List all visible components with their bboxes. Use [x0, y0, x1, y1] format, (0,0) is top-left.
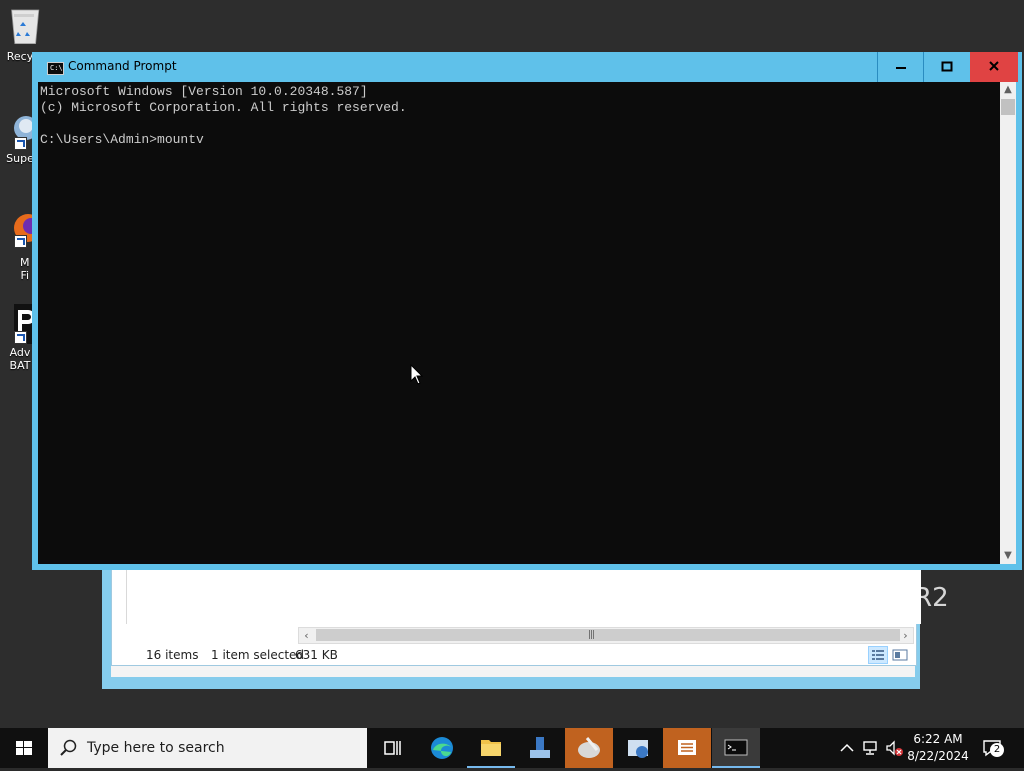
- clock[interactable]: 6:22 AM 8/22/2024: [906, 731, 970, 765]
- maximize-button[interactable]: [924, 52, 970, 82]
- scroll-left-icon[interactable]: ‹: [299, 628, 314, 643]
- clock-time: 6:22 AM: [913, 732, 963, 746]
- close-icon: [989, 61, 999, 71]
- chevron-up-icon[interactable]: [837, 738, 857, 758]
- edge-icon: [431, 737, 453, 759]
- file-explorer-window[interactable]: ‹ ||| › 16 items 1 item selected 631 KB: [102, 566, 921, 689]
- shortcut-arrow-icon: [14, 331, 27, 344]
- notepad-icon: [678, 740, 696, 755]
- minimize-button[interactable]: [878, 52, 924, 82]
- scrollbar-thumb[interactable]: [316, 629, 900, 641]
- close-button[interactable]: [970, 52, 1018, 82]
- details-view-icon: [872, 650, 884, 660]
- clock-date: 8/22/2024: [907, 749, 969, 763]
- windows-logo-icon: [16, 741, 32, 755]
- minimize-icon: [896, 67, 906, 69]
- taskbar-network-app[interactable]: [614, 728, 662, 768]
- cmd-icon: [724, 739, 748, 756]
- scroll-up-icon[interactable]: ▲: [1000, 82, 1016, 98]
- console-text: Microsoft Windows [Version 10.0.20348.58…: [40, 84, 407, 147]
- taskbar-server-manager[interactable]: [516, 728, 564, 768]
- scrollbar-thumb[interactable]: [1001, 99, 1015, 115]
- command-prompt-window[interactable]: C:\ Command Prompt Microsoft Windows [Ve…: [32, 52, 1022, 570]
- server-manager-icon: [530, 737, 550, 758]
- explorer-bottom-strip: [111, 666, 915, 677]
- file-list-area[interactable]: [126, 567, 921, 624]
- status-selection: 1 item selected: [211, 648, 305, 662]
- notification-badge: 2: [990, 743, 1004, 757]
- scroll-down-icon[interactable]: ▼: [1000, 548, 1016, 564]
- recycle-bin-icon: [11, 9, 40, 45]
- search-box[interactable]: Type here to search: [48, 728, 367, 768]
- search-placeholder: Type here to search: [87, 740, 225, 756]
- taskbar-app-orange-2[interactable]: [663, 728, 711, 768]
- start-button[interactable]: [0, 728, 48, 768]
- shortcut-arrow-icon: [14, 137, 27, 150]
- paint-tool-icon: [578, 737, 600, 758]
- network-tool-icon: [628, 740, 648, 758]
- shortcut-arrow-icon: [14, 235, 27, 248]
- taskbar-app-orange-1[interactable]: [565, 728, 613, 768]
- horizontal-scrollbar[interactable]: ‹ ||| ›: [298, 627, 914, 644]
- details-view-button[interactable]: [868, 646, 888, 664]
- task-view-button[interactable]: [368, 728, 416, 768]
- scroll-right-icon[interactable]: ›: [898, 628, 913, 643]
- maximize-icon: [941, 61, 953, 72]
- task-view-icon: [384, 741, 401, 755]
- taskbar-edge[interactable]: [418, 728, 466, 768]
- mouse-cursor-icon: [410, 364, 424, 385]
- cmd-icon: C:\: [47, 62, 64, 75]
- taskbar: Type here to search 6:22 AM 8/22/2024 2: [0, 728, 1024, 768]
- volume-muted-icon[interactable]: [884, 738, 904, 758]
- console-output[interactable]: Microsoft Windows [Version 10.0.20348.58…: [38, 82, 1000, 564]
- status-item-count: 16 items: [146, 648, 199, 662]
- taskbar-command-prompt[interactable]: [712, 728, 760, 768]
- folder-icon: [481, 740, 501, 756]
- window-title: Command Prompt: [68, 59, 177, 73]
- status-size: 631 KB: [295, 648, 338, 662]
- explorer-status-bar: 16 items 1 item selected 631 KB: [126, 645, 920, 665]
- large-icons-view-button[interactable]: [890, 646, 910, 664]
- explorer-body: ‹ ||| › 16 items 1 item selected 631 KB: [111, 566, 921, 666]
- vertical-scrollbar[interactable]: ▲ ▼: [1000, 82, 1016, 564]
- scrollbar-grip-icon: |||: [588, 630, 595, 640]
- desktop: Recy Supe M Fi Adv BAT R2 ‹ ||| › 16 ite…: [0, 0, 1024, 728]
- desktop-icon-label: M Fi: [20, 256, 30, 282]
- title-bar[interactable]: C:\ Command Prompt: [32, 52, 1022, 82]
- taskbar-file-explorer[interactable]: [467, 728, 515, 768]
- network-icon[interactable]: [861, 738, 881, 758]
- large-icons-view-icon: [892, 649, 908, 661]
- search-icon: [60, 739, 77, 756]
